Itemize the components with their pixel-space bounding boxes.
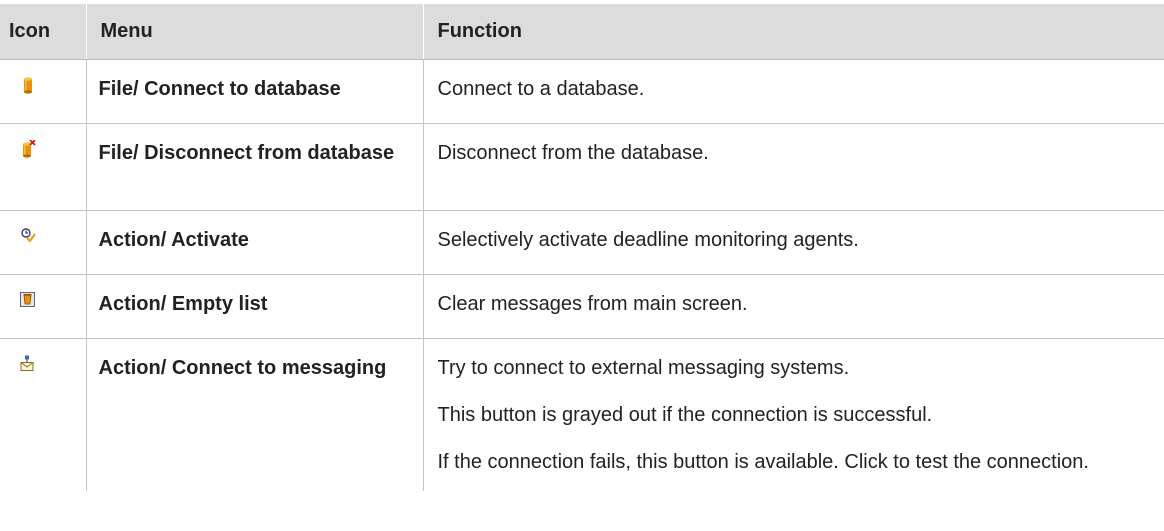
icon-cell: [0, 59, 86, 124]
empty-list-icon: [20, 291, 36, 309]
database-connect-icon: [20, 76, 36, 94]
menu-icon-table: Icon Menu Function File/ Connect to data…: [0, 4, 1164, 491]
function-text: If the connection fails, this button is …: [437, 450, 1089, 473]
function-text: Clear messages from main screen.: [437, 292, 748, 315]
database-disconnect-icon: [20, 139, 36, 158]
icon-cell: [0, 274, 86, 339]
menu-cell: Action/ Activate: [85, 210, 423, 275]
menu-cell: File/ Connect to database: [85, 59, 423, 124]
function-cell: Connect to a database.: [422, 59, 1164, 124]
function-text: Try to connect to external messaging sys…: [437, 356, 850, 379]
function-text: Connect to a database.: [437, 77, 645, 100]
function-cell: Clear messages from main screen.: [422, 274, 1164, 339]
header-function: Function: [422, 4, 1164, 60]
function-cell: Disconnect from the database.: [422, 123, 1164, 211]
table-row: File/ Disconnect from database Disconnec…: [0, 123, 1164, 211]
function-cell: Try to connect to external messaging sys…: [422, 338, 1164, 491]
icon-cell: [0, 338, 86, 491]
function-text: This button is grayed out if the connect…: [437, 403, 933, 426]
table-row: Action/ Empty list Clear messages from m…: [0, 274, 1164, 339]
icon-cell: [0, 210, 86, 275]
menu-cell: Action/ Empty list: [85, 274, 423, 339]
activate-agents-icon: [20, 227, 36, 245]
icon-cell: [0, 123, 86, 211]
function-cell: Selectively activate deadline monitoring…: [422, 210, 1164, 275]
function-text: Selectively activate deadline monitoring…: [437, 228, 859, 251]
menu-cell: Action/ Connect to messaging: [85, 338, 423, 491]
connect-messaging-icon: [20, 355, 36, 373]
header-icon: Icon: [0, 4, 86, 60]
table-row: Action/ Connect to messaging Try to conn…: [0, 338, 1164, 491]
table-row: Action/ Activate Selectively activate de…: [0, 210, 1164, 275]
function-text: Disconnect from the database.: [437, 141, 709, 164]
header-menu: Menu: [85, 4, 423, 60]
table-header-row: Icon Menu Function: [0, 4, 1164, 60]
menu-cell: File/ Disconnect from database: [85, 123, 423, 211]
table-row: File/ Connect to database Connect to a d…: [0, 59, 1164, 124]
